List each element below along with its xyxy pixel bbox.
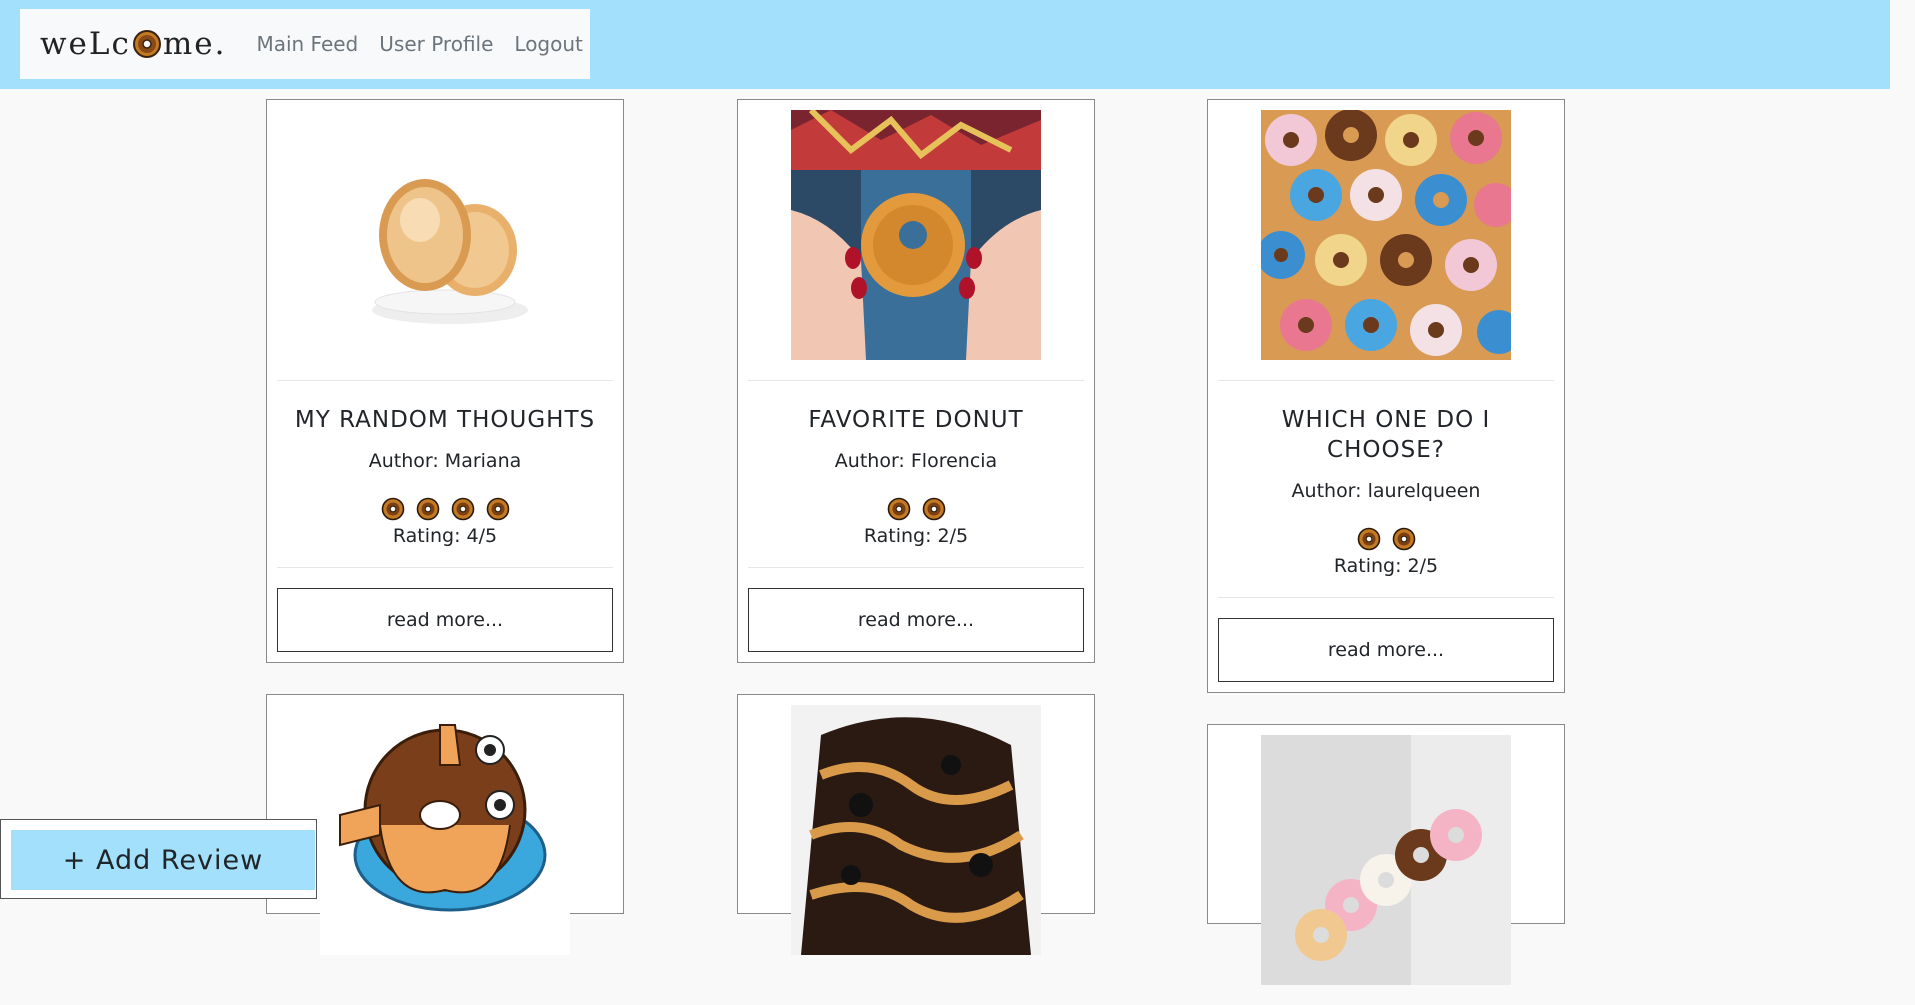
card-rating: Rating: 2/5 [863,525,969,547]
chocolate-donut-image [791,705,1041,955]
card-image-area [1218,735,1554,1005]
review-card: WHICH ONE DO I CHOOSE? Author: laurelque… [1207,99,1565,693]
card-divider [748,567,1084,568]
card-title: MY RANDOM THOUGHTS [294,407,596,433]
card-author: Author: Mariana [368,450,522,472]
read-more-button[interactable]: read more... [1218,618,1554,682]
donut-rating-icon [887,497,910,521]
card-image-area [277,705,613,975]
donut-rating-icon [486,497,509,521]
rating-icons [1208,527,1564,551]
donut-rating-icon [1357,527,1380,551]
rating-icons [267,497,623,521]
card-title: FAVORITE DONUT [808,407,1024,433]
card-rating: Rating: 2/5 [1333,555,1439,577]
top-navbar: weLc me. Main Feed User Profile Logout [0,0,1890,89]
nav-user-profile[interactable]: User Profile [379,32,493,56]
nav-logout[interactable]: Logout [514,32,582,56]
hands-donut-image [791,110,1041,360]
review-card [737,694,1095,955]
donut-rating-icon [1392,527,1415,551]
donut-icon [132,30,161,58]
review-card: MY RANDOM THOUGHTS Author: Mariana Ratin… [266,99,624,663]
review-card: FAVORITE DONUT Author: Florencia Rating:… [737,99,1095,663]
card-image-area [748,705,1084,975]
card-divider [277,567,613,568]
donut-box-image [1261,735,1511,985]
card-title: WHICH ONE DO I CHOOSE? [1281,407,1491,463]
cartoon-donut-image [320,705,570,955]
review-card [1207,724,1565,985]
review-card [266,694,624,955]
card-author: Author: Florencia [834,450,998,472]
add-review-container: + Add Review [0,819,317,899]
donut-rating-icon [451,497,474,521]
card-image-area [277,110,613,381]
read-more-button[interactable]: read more... [277,588,613,652]
donut-rating-icon [416,497,439,521]
add-review-button[interactable]: + Add Review [11,830,315,890]
card-author: Author: laurelqueen [1291,480,1481,502]
brand-text-start: weLc [40,26,131,62]
donut-rating-icon [381,497,404,521]
brand-logo[interactable]: weLc me. [40,26,226,62]
colorful-donuts-image [1261,110,1511,360]
sugar-donuts-image [320,110,570,360]
card-image-area [1218,110,1554,381]
read-more-button[interactable]: read more... [748,588,1084,652]
card-rating: Rating: 4/5 [392,525,498,547]
brand-text-end: me. [162,26,227,62]
rating-icons [738,497,1094,521]
navbar-container: weLc me. Main Feed User Profile Logout [20,9,590,79]
card-divider [1218,597,1554,598]
card-image-area [748,110,1084,381]
nav-main-feed[interactable]: Main Feed [256,32,358,56]
donut-rating-icon [922,497,945,521]
